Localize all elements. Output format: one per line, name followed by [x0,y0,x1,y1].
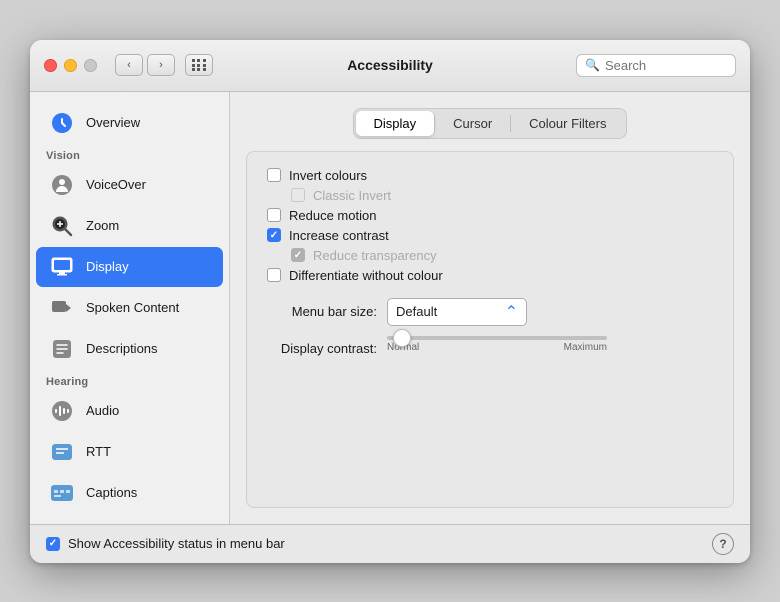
slider-max-label: Maximum [564,342,607,353]
bottom-status-label: Show Accessibility status in menu bar [68,536,285,551]
label-classic-invert: Classic Invert [313,188,391,203]
label-differentiate: Differentiate without colour [289,268,443,283]
settings-panel: Invert colours Classic Invert Reduce mot… [246,151,734,508]
option-row-classic-invert: Classic Invert [291,188,713,203]
captions-icon [48,479,76,507]
option-row-increase-contrast: ✓ Increase contrast [267,228,713,243]
zoom-icon [48,212,76,240]
bottom-checkbox-row: ✓ Show Accessibility status in menu bar [46,536,285,551]
control-row-menu-bar-size: Menu bar size: Default ⌃ [267,298,713,326]
control-row-display-contrast: Display contrast: Normal Maximum [267,336,713,356]
bottom-bar: ✓ Show Accessibility status in menu bar … [30,524,750,563]
content-area: Display Cursor Colour Filters Invert col… [230,92,750,524]
app-grid-button[interactable] [185,54,213,76]
main-content: Overview Vision VoiceOver [30,92,750,524]
forward-arrow-icon: › [159,59,163,71]
checkbox-status-menu-bar[interactable]: ✓ [46,537,60,551]
search-input[interactable] [605,58,725,73]
sidebar-item-overview[interactable]: Overview [36,103,223,143]
sidebar-item-label-audio: Audio [86,403,119,418]
sidebar-item-label-zoom: Zoom [86,218,119,233]
menu-bar-size-value: Default [396,304,499,319]
close-button[interactable] [44,59,57,72]
separator-1 [267,288,713,298]
grid-icon [192,59,207,71]
maximize-button[interactable] [84,59,97,72]
label-invert-colours: Invert colours [289,168,367,183]
main-window: ‹ › Accessibility 🔍 [30,40,750,563]
select-arrow-icon: ⌃ [505,302,518,322]
sidebar-item-label-captions: Captions [86,485,137,500]
rtt-icon [48,438,76,466]
slider-labels: Normal Maximum [387,342,607,353]
display-icon [48,253,76,281]
tab-cursor[interactable]: Cursor [435,111,510,136]
sidebar-item-label-spoken: Spoken Content [86,300,179,315]
option-row-differentiate: Differentiate without colour [267,268,713,283]
tab-display[interactable]: Display [356,111,435,136]
tab-colour-filters[interactable]: Colour Filters [511,111,624,136]
titlebar: ‹ › Accessibility 🔍 [30,40,750,92]
checkbox-increase-contrast[interactable]: ✓ [267,228,281,242]
back-arrow-icon: ‹ [127,59,131,71]
spoken-content-icon [48,294,76,322]
menu-bar-size-select[interactable]: Default ⌃ [387,298,527,326]
minimize-button[interactable] [64,59,77,72]
search-box[interactable]: 🔍 [576,54,736,77]
sidebar-item-zoom[interactable]: Zoom [36,206,223,246]
window-title: Accessibility [347,57,433,73]
sidebar-section-vision: Vision [30,144,229,164]
forward-button[interactable]: › [147,54,175,76]
audio-icon [48,397,76,425]
label-increase-contrast: Increase contrast [289,228,389,243]
search-icon: 🔍 [585,58,600,72]
descriptions-icon [48,335,76,363]
sidebar: Overview Vision VoiceOver [30,92,230,524]
checkbox-reduce-motion[interactable] [267,208,281,222]
slider-container: Normal Maximum [387,336,607,353]
label-reduce-transparency: Reduce transparency [313,248,437,263]
checkmark-reduce-transparency: ✓ [294,250,302,261]
option-row-invert-colours: Invert colours [267,168,713,183]
checkmark-increase-contrast: ✓ [270,230,278,241]
sidebar-item-captions[interactable]: Captions [36,473,223,513]
sidebar-item-label-overview: Overview [86,115,140,130]
menu-bar-size-label: Menu bar size: [267,304,377,319]
tabs-bar: Display Cursor Colour Filters [353,108,628,139]
sidebar-item-descriptions[interactable]: Descriptions [36,329,223,369]
option-row-reduce-transparency: ✓ Reduce transparency [291,248,713,263]
overview-icon [48,109,76,137]
checkbox-reduce-transparency: ✓ [291,248,305,262]
sidebar-item-label-display: Display [86,259,129,274]
sidebar-item-display[interactable]: Display [36,247,223,287]
sidebar-item-spoken-content[interactable]: Spoken Content [36,288,223,328]
slider-thumb[interactable] [393,329,411,347]
sidebar-item-label-descriptions: Descriptions [86,341,158,356]
sidebar-item-rtt[interactable]: RTT [36,432,223,472]
help-button[interactable]: ? [712,533,734,555]
sidebar-item-audio[interactable]: Audio [36,391,223,431]
back-button[interactable]: ‹ [115,54,143,76]
sidebar-item-label-voiceover: VoiceOver [86,177,146,192]
sidebar-item-label-rtt: RTT [86,444,111,459]
checkbox-classic-invert [291,188,305,202]
checkmark-status-menu-bar: ✓ [49,538,57,549]
traffic-lights [44,59,97,72]
sidebar-section-hearing: Hearing [30,370,229,390]
checkbox-differentiate[interactable] [267,268,281,282]
sidebar-item-voiceover[interactable]: VoiceOver [36,165,223,205]
display-contrast-label: Display contrast: [267,336,377,356]
nav-buttons: ‹ › [115,54,175,76]
label-reduce-motion: Reduce motion [289,208,376,223]
slider-track[interactable] [387,336,607,340]
voiceover-icon [48,171,76,199]
option-row-reduce-motion: Reduce motion [267,208,713,223]
checkbox-invert-colours[interactable] [267,168,281,182]
